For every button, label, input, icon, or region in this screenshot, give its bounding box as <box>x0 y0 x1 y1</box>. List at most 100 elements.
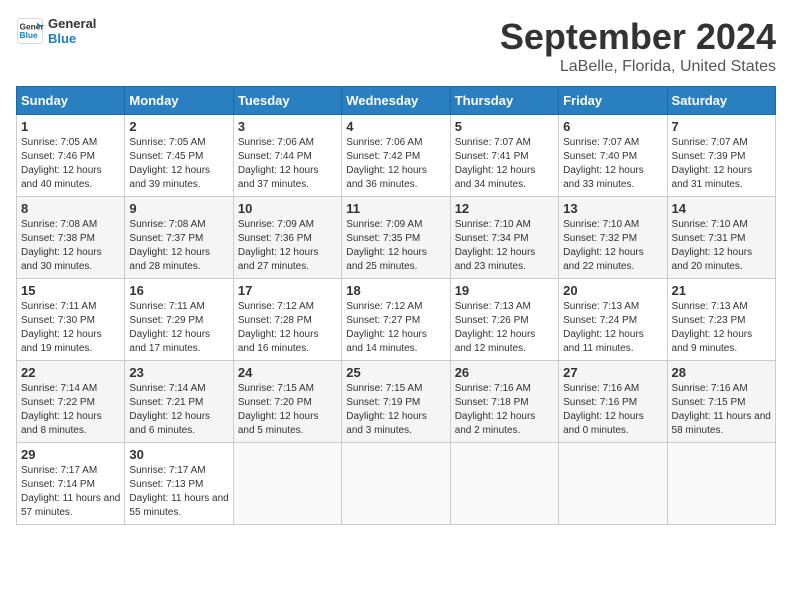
calendar-header: SundayMondayTuesdayWednesdayThursdayFrid… <box>17 87 776 115</box>
day-info: Sunrise: 7:11 AMSunset: 7:29 PMDaylight:… <box>129 300 228 356</box>
day-info: Sunrise: 7:10 AMSunset: 7:31 PMDaylight:… <box>672 218 771 274</box>
day-cell: 19 Sunrise: 7:13 AMSunset: 7:26 PMDaylig… <box>450 279 558 361</box>
day-info: Sunrise: 7:15 AMSunset: 7:20 PMDaylight:… <box>238 382 337 438</box>
day-cell: 2 Sunrise: 7:05 AMSunset: 7:45 PMDayligh… <box>125 115 233 197</box>
day-number: 26 <box>455 365 554 380</box>
logo: General Blue General Blue <box>16 16 96 46</box>
day-info: Sunrise: 7:10 AMSunset: 7:34 PMDaylight:… <box>455 218 554 274</box>
calendar-body: 1 Sunrise: 7:05 AMSunset: 7:46 PMDayligh… <box>17 115 776 525</box>
day-info: Sunrise: 7:07 AMSunset: 7:39 PMDaylight:… <box>672 136 771 192</box>
header-cell-friday: Friday <box>559 87 667 115</box>
day-number: 18 <box>346 283 445 298</box>
day-cell: 11 Sunrise: 7:09 AMSunset: 7:35 PMDaylig… <box>342 197 450 279</box>
day-cell: 13 Sunrise: 7:10 AMSunset: 7:32 PMDaylig… <box>559 197 667 279</box>
day-cell: 15 Sunrise: 7:11 AMSunset: 7:30 PMDaylig… <box>17 279 125 361</box>
day-info: Sunrise: 7:13 AMSunset: 7:23 PMDaylight:… <box>672 300 771 356</box>
day-info: Sunrise: 7:09 AMSunset: 7:35 PMDaylight:… <box>346 218 445 274</box>
day-number: 21 <box>672 283 771 298</box>
day-number: 3 <box>238 119 337 134</box>
header-cell-monday: Monday <box>125 87 233 115</box>
day-info: Sunrise: 7:10 AMSunset: 7:32 PMDaylight:… <box>563 218 662 274</box>
day-number: 27 <box>563 365 662 380</box>
day-number: 10 <box>238 201 337 216</box>
header-cell-tuesday: Tuesday <box>233 87 341 115</box>
day-info: Sunrise: 7:05 AMSunset: 7:45 PMDaylight:… <box>129 136 228 192</box>
header-cell-wednesday: Wednesday <box>342 87 450 115</box>
day-cell: 12 Sunrise: 7:10 AMSunset: 7:34 PMDaylig… <box>450 197 558 279</box>
logo-line2: Blue <box>48 31 96 46</box>
location-title: LaBelle, Florida, United States <box>500 58 776 76</box>
day-info: Sunrise: 7:06 AMSunset: 7:42 PMDaylight:… <box>346 136 445 192</box>
day-cell: 26 Sunrise: 7:16 AMSunset: 7:18 PMDaylig… <box>450 361 558 443</box>
day-number: 16 <box>129 283 228 298</box>
week-row-5: 29 Sunrise: 7:17 AMSunset: 7:14 PMDaylig… <box>17 443 776 525</box>
day-cell <box>450 443 558 525</box>
day-cell: 10 Sunrise: 7:09 AMSunset: 7:36 PMDaylig… <box>233 197 341 279</box>
day-number: 8 <box>21 201 120 216</box>
day-cell: 21 Sunrise: 7:13 AMSunset: 7:23 PMDaylig… <box>667 279 775 361</box>
day-cell: 16 Sunrise: 7:11 AMSunset: 7:29 PMDaylig… <box>125 279 233 361</box>
day-info: Sunrise: 7:15 AMSunset: 7:19 PMDaylight:… <box>346 382 445 438</box>
day-number: 17 <box>238 283 337 298</box>
day-cell: 7 Sunrise: 7:07 AMSunset: 7:39 PMDayligh… <box>667 115 775 197</box>
day-info: Sunrise: 7:17 AMSunset: 7:13 PMDaylight:… <box>129 464 228 520</box>
day-info: Sunrise: 7:16 AMSunset: 7:15 PMDaylight:… <box>672 382 771 438</box>
header: General Blue General Blue September 2024… <box>16 16 776 76</box>
day-info: Sunrise: 7:12 AMSunset: 7:28 PMDaylight:… <box>238 300 337 356</box>
day-number: 20 <box>563 283 662 298</box>
day-info: Sunrise: 7:14 AMSunset: 7:22 PMDaylight:… <box>21 382 120 438</box>
day-info: Sunrise: 7:05 AMSunset: 7:46 PMDaylight:… <box>21 136 120 192</box>
day-cell <box>667 443 775 525</box>
day-cell: 29 Sunrise: 7:17 AMSunset: 7:14 PMDaylig… <box>17 443 125 525</box>
day-cell <box>233 443 341 525</box>
day-number: 7 <box>672 119 771 134</box>
day-cell: 1 Sunrise: 7:05 AMSunset: 7:46 PMDayligh… <box>17 115 125 197</box>
day-cell: 24 Sunrise: 7:15 AMSunset: 7:20 PMDaylig… <box>233 361 341 443</box>
day-number: 2 <box>129 119 228 134</box>
day-info: Sunrise: 7:08 AMSunset: 7:38 PMDaylight:… <box>21 218 120 274</box>
day-info: Sunrise: 7:06 AMSunset: 7:44 PMDaylight:… <box>238 136 337 192</box>
day-cell: 9 Sunrise: 7:08 AMSunset: 7:37 PMDayligh… <box>125 197 233 279</box>
day-cell: 14 Sunrise: 7:10 AMSunset: 7:31 PMDaylig… <box>667 197 775 279</box>
day-number: 14 <box>672 201 771 216</box>
svg-text:Blue: Blue <box>20 30 38 40</box>
day-info: Sunrise: 7:13 AMSunset: 7:26 PMDaylight:… <box>455 300 554 356</box>
week-row-2: 8 Sunrise: 7:08 AMSunset: 7:38 PMDayligh… <box>17 197 776 279</box>
day-cell: 8 Sunrise: 7:08 AMSunset: 7:38 PMDayligh… <box>17 197 125 279</box>
day-cell: 20 Sunrise: 7:13 AMSunset: 7:24 PMDaylig… <box>559 279 667 361</box>
day-cell: 5 Sunrise: 7:07 AMSunset: 7:41 PMDayligh… <box>450 115 558 197</box>
day-cell <box>559 443 667 525</box>
day-cell: 27 Sunrise: 7:16 AMSunset: 7:16 PMDaylig… <box>559 361 667 443</box>
day-cell: 6 Sunrise: 7:07 AMSunset: 7:40 PMDayligh… <box>559 115 667 197</box>
day-cell: 25 Sunrise: 7:15 AMSunset: 7:19 PMDaylig… <box>342 361 450 443</box>
day-number: 5 <box>455 119 554 134</box>
day-info: Sunrise: 7:07 AMSunset: 7:41 PMDaylight:… <box>455 136 554 192</box>
day-info: Sunrise: 7:09 AMSunset: 7:36 PMDaylight:… <box>238 218 337 274</box>
calendar-table: SundayMondayTuesdayWednesdayThursdayFrid… <box>16 86 776 525</box>
day-number: 11 <box>346 201 445 216</box>
day-number: 24 <box>238 365 337 380</box>
day-info: Sunrise: 7:07 AMSunset: 7:40 PMDaylight:… <box>563 136 662 192</box>
day-cell: 18 Sunrise: 7:12 AMSunset: 7:27 PMDaylig… <box>342 279 450 361</box>
day-number: 15 <box>21 283 120 298</box>
day-number: 22 <box>21 365 120 380</box>
day-cell: 4 Sunrise: 7:06 AMSunset: 7:42 PMDayligh… <box>342 115 450 197</box>
day-info: Sunrise: 7:16 AMSunset: 7:18 PMDaylight:… <box>455 382 554 438</box>
header-row: SundayMondayTuesdayWednesdayThursdayFrid… <box>17 87 776 115</box>
day-cell: 23 Sunrise: 7:14 AMSunset: 7:21 PMDaylig… <box>125 361 233 443</box>
day-info: Sunrise: 7:11 AMSunset: 7:30 PMDaylight:… <box>21 300 120 356</box>
logo-line1: General <box>48 16 96 31</box>
day-number: 1 <box>21 119 120 134</box>
day-info: Sunrise: 7:12 AMSunset: 7:27 PMDaylight:… <box>346 300 445 356</box>
day-number: 19 <box>455 283 554 298</box>
day-cell: 22 Sunrise: 7:14 AMSunset: 7:22 PMDaylig… <box>17 361 125 443</box>
day-number: 25 <box>346 365 445 380</box>
day-number: 28 <box>672 365 771 380</box>
header-cell-thursday: Thursday <box>450 87 558 115</box>
day-info: Sunrise: 7:08 AMSunset: 7:37 PMDaylight:… <box>129 218 228 274</box>
title-area: September 2024 LaBelle, Florida, United … <box>500 16 776 76</box>
day-cell: 28 Sunrise: 7:16 AMSunset: 7:15 PMDaylig… <box>667 361 775 443</box>
logo-icon: General Blue <box>16 17 44 45</box>
week-row-1: 1 Sunrise: 7:05 AMSunset: 7:46 PMDayligh… <box>17 115 776 197</box>
day-cell <box>342 443 450 525</box>
